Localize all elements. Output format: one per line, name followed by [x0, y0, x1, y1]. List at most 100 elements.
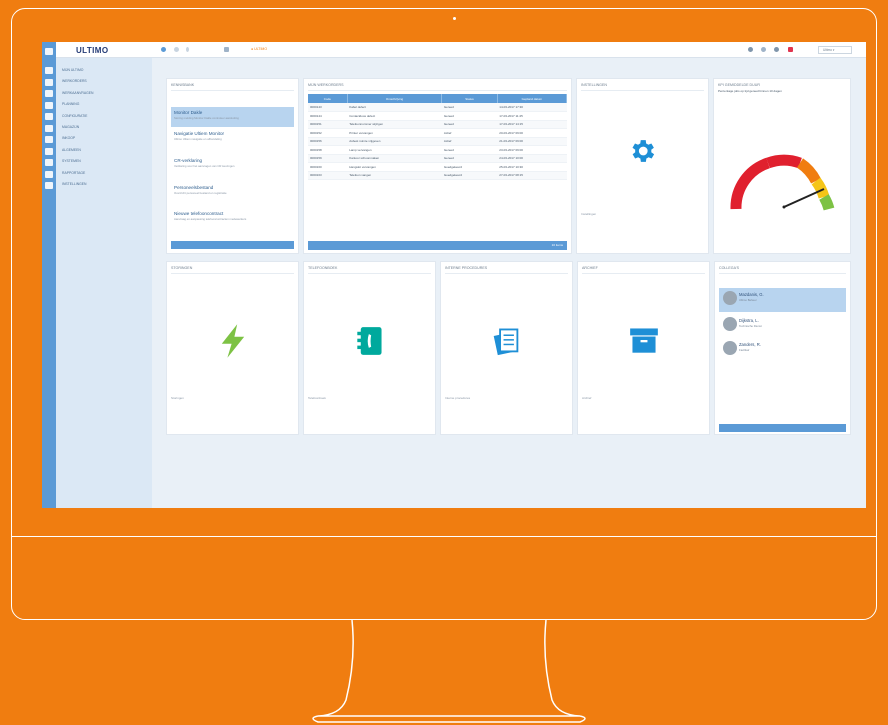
table-cell: Hangslot vervangen: [347, 162, 442, 172]
table-cell: 20-03-2017 09:00: [497, 128, 567, 138]
column-header[interactable]: Omschrijving: [347, 94, 443, 103]
sidebar-item[interactable]: MIJN ULTIMO: [56, 65, 152, 76]
panel-title: TELEFOONBOEK: [308, 266, 338, 270]
table-cell: Gereed: [441, 154, 498, 163]
sidebar-item[interactable]: PLANNING: [56, 99, 152, 110]
panel-caption: Instellingen: [581, 212, 597, 216]
table-cell: 21-03-2017 09:00: [497, 137, 567, 146]
sidebar-nav: MIJN ULTIMO WERKORDERS WERKAANVRAGEN PLA…: [56, 58, 152, 508]
table-cell: Kantoor schoonmaken: [347, 154, 442, 163]
calendar-icon[interactable]: [45, 102, 53, 109]
refresh-icon[interactable]: [174, 47, 179, 52]
table-row[interactable]: 0000143 Kabel defect Gereed 14-03-2017 17:3…: [308, 103, 567, 112]
table-row[interactable]: 0000163 Telefoon vangen Goedgekeurd 27-03-2…: [308, 171, 567, 180]
panel-title: MIJN WERKORDERS: [308, 83, 344, 87]
knowledge-item[interactable]: Navigatie Ultiem Monitor Ultimo Ultiem na…: [171, 128, 294, 148]
wrench-icon[interactable]: [45, 182, 53, 189]
table-cell: 0000143: [308, 103, 348, 112]
table-cell: 17-03-2017 14:15: [497, 120, 567, 129]
system-icon[interactable]: [45, 159, 53, 166]
gear-icon: [632, 140, 655, 162]
screen: ULTIMO ● ULTIMO Ultimo ▾ MIJN ULTIMO WER…: [42, 42, 866, 508]
sidebar-item[interactable]: INKOOP: [56, 133, 152, 144]
tile-archief[interactable]: ARCHIEF Archief: [577, 261, 710, 435]
sidebar-item[interactable]: INSTELLINGEN: [56, 179, 152, 190]
breadcrumb[interactable]: ● ULTIMO: [251, 47, 267, 51]
globe-icon[interactable]: [774, 47, 779, 52]
panel-title: INTERNE PROCEDURES: [445, 266, 488, 270]
table-row[interactable]: 0000151 Telefoonnummer wijzigen Gereed 17-0…: [308, 120, 567, 129]
table-cell: 0000163: [308, 171, 348, 180]
knowledge-item[interactable]: Monitor Dakle Storing melding Monitor Dak…: [171, 107, 294, 127]
sidebar-item[interactable]: WERKAANVRAGEN: [56, 88, 152, 99]
tile-interne-procedures[interactable]: INTERNE PROCEDURES Interne procedures: [440, 261, 573, 435]
user-menu[interactable]: Ultimo ▾: [818, 46, 852, 54]
table-row[interactable]: 0000158 Lamp vervangen Gereed 23-03-2017 09…: [308, 145, 567, 155]
panel-title: KENNISBANK: [171, 83, 195, 87]
notification-icon[interactable]: [788, 47, 793, 52]
zoom-icon[interactable]: [761, 47, 766, 52]
search-icon[interactable]: [748, 47, 753, 52]
request-icon[interactable]: [45, 90, 53, 97]
config-icon[interactable]: [45, 113, 53, 120]
panel-title: KPI GEMIDDELDE DUUR: [718, 83, 760, 87]
settings-panel[interactable]: INSTELLINGEN Instellingen: [576, 78, 709, 254]
table-row[interactable]: 0000159 Kantoor schoonmaken Gereed 24-03-20…: [308, 154, 567, 163]
workorders-pager[interactable]: 10 items: [308, 241, 567, 250]
warehouse-icon[interactable]: [45, 125, 53, 132]
knowledge-item[interactable]: CR-verklaring Verklaring voor het aanvrag…: [171, 155, 294, 175]
table-cell: 0000160: [308, 162, 348, 172]
table-cell: Actief: [441, 128, 498, 138]
workorder-icon[interactable]: [45, 79, 53, 86]
knowledge-pager[interactable]: [171, 241, 294, 249]
colleagues-panel: COLLEGA'S Mazdanis, G. Ultimo Beheer Dij…: [714, 261, 851, 435]
colleague-item[interactable]: Mazdanis, G. Ultimo Beheer: [719, 288, 846, 312]
colleague-item[interactable]: Dijkstra, L. Technische Dienst: [719, 314, 846, 338]
dashboard: KENNISBANK Monitor Dakle Storing melding …: [152, 58, 866, 508]
sidebar-item[interactable]: WERKORDERS: [56, 76, 152, 87]
tile-storingen[interactable]: STORINGEN Storingen: [166, 261, 299, 435]
chevron-down-icon[interactable]: [186, 47, 189, 52]
colleague-item[interactable]: Zanders, R. Facilitair: [719, 338, 846, 362]
table-row[interactable]: 0000156 Asbest ruimte vrijgeven Actief 21-0…: [308, 137, 567, 146]
item-count: 10 items: [551, 243, 563, 247]
panel-caption: Storingen: [171, 396, 184, 400]
grid-icon[interactable]: [224, 47, 229, 52]
table-row[interactable]: 0000144 Contactdoos defect Gereed 17-03-201…: [308, 111, 567, 121]
panel-title: STORINGEN: [171, 266, 193, 270]
sidebar-item[interactable]: MAGAZIJN: [56, 122, 152, 133]
table-cell: Contactdoos defect: [347, 111, 442, 121]
sidebar-item[interactable]: ALGEMEEN: [56, 145, 152, 156]
knowledge-item[interactable]: Nieuwe telefooncontract Aanvraag en aanpa…: [171, 208, 294, 228]
sidebar-item[interactable]: SYSTEMEN: [56, 156, 152, 167]
table-cell: Telefoon vangen: [347, 171, 442, 180]
table-cell: 0000144: [308, 111, 348, 121]
home-icon[interactable]: [45, 67, 53, 74]
table-cell: 0000156: [308, 137, 348, 146]
tile-telefoonboek[interactable]: TELEFOONBOEK Telefoonboek: [303, 261, 436, 435]
table-cell: 25-03-2017 10:30: [497, 162, 567, 172]
table-cell: Lamp vervangen: [347, 145, 442, 155]
avatar: [723, 317, 737, 331]
sidebar-item[interactable]: CONFIGURATIE: [56, 111, 152, 122]
menu-icon[interactable]: [45, 48, 53, 55]
report-icon[interactable]: [45, 171, 53, 178]
grid-icon[interactable]: [45, 148, 53, 155]
knowledge-item[interactable]: Personeelsbestand Overzicht personeel bes…: [171, 182, 294, 202]
avatar: [723, 341, 737, 355]
column-header[interactable]: Code: [308, 94, 348, 103]
settings-icon[interactable]: [161, 47, 166, 52]
table-cell: Gereed: [441, 111, 498, 121]
panel-caption: Telefoonboek: [308, 396, 326, 400]
kpi-gauge-panel: KPI GEMIDDELDE DUUR Percentage jobs op t…: [713, 78, 851, 254]
table-row[interactable]: 0000152 Printer vervangen Actief 20-03-2017…: [308, 128, 567, 138]
knowledge-panel: KENNISBANK Monitor Dakle Storing melding …: [166, 78, 299, 254]
cart-icon[interactable]: [45, 136, 53, 143]
table-cell: Telefoonnummer wijzigen: [347, 120, 442, 129]
column-header[interactable]: Status: [441, 94, 498, 103]
column-header[interactable]: Gepland datum: [497, 94, 568, 103]
sidebar-item[interactable]: RAPPORTAGE: [56, 168, 152, 179]
bolt-icon: [221, 324, 245, 358]
table-row[interactable]: 0000160 Hangslot vervangen Goedgekeurd 25-0…: [308, 162, 567, 172]
colleagues-pager[interactable]: [719, 424, 846, 432]
